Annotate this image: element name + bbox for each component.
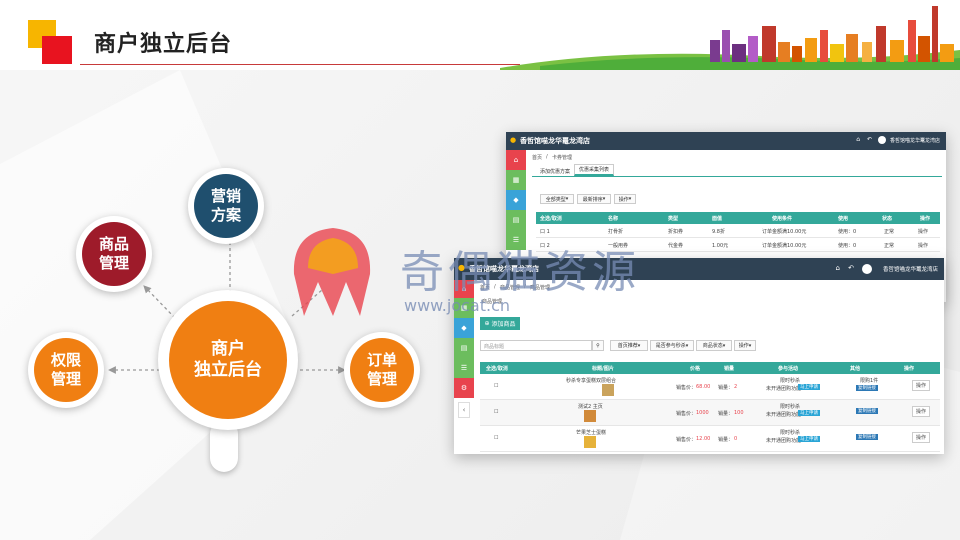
node-permission-core: 权限 管理 bbox=[34, 338, 98, 402]
row-checkbox[interactable]: ☐ bbox=[494, 383, 498, 389]
goods-thumbnail bbox=[584, 436, 596, 448]
home-icon[interactable]: ⌂ bbox=[836, 264, 840, 272]
col-value: 面值 bbox=[712, 216, 723, 222]
node-orders: 订单 管理 bbox=[344, 332, 420, 408]
tab-coupon-list[interactable]: 优惠采集列表 bbox=[574, 164, 614, 176]
sidebar-doc-icon[interactable]: ▤ bbox=[454, 338, 474, 358]
sidebar-grid-icon[interactable]: ▦ bbox=[506, 170, 526, 190]
node-orders-line1: 订单 bbox=[366, 351, 397, 370]
col-status: 状态 bbox=[882, 216, 893, 222]
avatar[interactable] bbox=[862, 264, 872, 274]
tab-add-plan[interactable]: 添加优惠方案 bbox=[536, 166, 574, 176]
sidebar-collapse-icon[interactable]: ‹ bbox=[458, 402, 470, 418]
tab-underline bbox=[532, 176, 942, 177]
col-price: 价格 bbox=[690, 366, 701, 372]
node-permission-line2: 管理 bbox=[50, 370, 81, 388]
filter-goods-status[interactable]: 商品状态 ▾ bbox=[696, 340, 732, 351]
col-name: 名称 bbox=[608, 216, 619, 222]
store-logo-icon: ● bbox=[510, 136, 517, 144]
col-title: 标题/图片 bbox=[592, 366, 614, 372]
filter-sort[interactable]: 最新排序 ▾ bbox=[577, 194, 611, 204]
goods-table-header: 全选/取消 标题/图片 价格 销量 参与活动 其他 操作 bbox=[480, 362, 940, 374]
back-icon[interactable]: ↶ bbox=[867, 136, 872, 143]
sidebar-home-icon[interactable]: ⌂ bbox=[506, 150, 526, 170]
watermark-logo bbox=[293, 228, 371, 316]
node-marketing-core: 营销 方案 bbox=[194, 174, 258, 238]
row-checkbox[interactable]: ☐ bbox=[494, 435, 498, 441]
watermark-url: www.jocat.cn bbox=[404, 296, 511, 315]
plus-icon: ⊕ bbox=[484, 320, 490, 327]
add-goods-button[interactable]: ⊕ 添加商品 bbox=[480, 317, 520, 330]
node-goods-line2: 管理 bbox=[98, 254, 129, 272]
node-marketing-line1: 营销 bbox=[210, 187, 241, 206]
col-action: 操作 bbox=[904, 366, 915, 372]
table-row: ☐ 芒果芝士蛋糕 销售价： 12.00 销量： 0 限时秒杀 未开通团购功能 马上申… bbox=[480, 426, 940, 452]
node-goods-core: 商品 管理 bbox=[82, 222, 146, 286]
node-goods-line1: 商品 bbox=[98, 235, 129, 254]
node-permission: 权限 管理 bbox=[28, 332, 104, 408]
col-activity: 参与活动 bbox=[778, 366, 799, 372]
table-row: ☐ 测试2 主页 销售价： 1000 销量： 100 限时秒杀 未开通团购功能 马上… bbox=[480, 400, 940, 426]
sidebar-settings-icon[interactable]: ⚙ bbox=[454, 378, 474, 398]
topbar: ● 香哲馆喵龙华鼍龙湾店 ⌂ ↶ 香哲馆喵龙华鼍龙湾店 bbox=[506, 132, 946, 150]
user-name: 香哲馆喵龙华鼍龙湾店 bbox=[889, 138, 940, 144]
breadcrumb-home[interactable]: 首页 bbox=[532, 154, 542, 161]
col-select[interactable]: 全选/取消 bbox=[540, 215, 562, 222]
avatar[interactable] bbox=[878, 136, 886, 144]
col-select[interactable]: 全选/取消 bbox=[486, 365, 508, 372]
goods-thumbnail bbox=[602, 384, 614, 396]
coupon-table-header: 全选/取消 名称 类型 面值 使用条件 使用 状态 操作 bbox=[536, 212, 940, 224]
center-node-line2: 独立后台 bbox=[194, 360, 262, 380]
center-node: 商户 独立后台 bbox=[158, 290, 298, 430]
row-checkbox[interactable]: ☐ bbox=[494, 409, 498, 415]
sidebar-tag-icon[interactable]: ◆ bbox=[454, 318, 474, 338]
store-name: 香哲馆喵龙华鼍龙湾店 bbox=[520, 137, 590, 145]
center-node-core: 商户 独立后台 bbox=[169, 301, 287, 419]
back-icon[interactable]: ↶ bbox=[848, 264, 854, 272]
node-orders-line2: 管理 bbox=[366, 370, 397, 388]
center-node-line1: 商户 bbox=[211, 338, 245, 359]
user-name: 香哲馆喵龙华鼍龙湾店 bbox=[882, 267, 938, 273]
col-other: 其他 bbox=[850, 366, 861, 372]
node-goods: 商品 管理 bbox=[76, 216, 152, 292]
col-sales: 销量 bbox=[724, 366, 735, 372]
col-action: 操作 bbox=[920, 216, 931, 222]
breadcrumb-sep: / bbox=[546, 154, 548, 160]
search-input[interactable]: 商品标题 bbox=[480, 340, 592, 351]
home-icon[interactable]: ⌂ bbox=[856, 136, 860, 143]
filter-home-recommend[interactable]: 首页推荐 ▾ bbox=[610, 340, 648, 351]
sidebar-doc-icon[interactable]: ▤ bbox=[506, 210, 526, 230]
node-orders-core: 订单 管理 bbox=[350, 338, 414, 402]
node-marketing-line2: 方案 bbox=[210, 206, 241, 224]
col-type: 类型 bbox=[668, 216, 679, 222]
breadcrumb-current: 卡券管理 bbox=[552, 155, 573, 161]
filter-type[interactable]: 全部类型 ▾ bbox=[540, 194, 574, 204]
node-marketing: 营销 方案 bbox=[188, 168, 264, 244]
col-used: 使用 bbox=[838, 216, 849, 222]
slide: 商户独立后台 商户 独立后台 营销 方案 商品 管理 权限 管理 订单 管理 ●… bbox=[0, 0, 960, 540]
col-condition: 使用条件 bbox=[772, 216, 793, 222]
sidebar-marketing-icon[interactable]: ◆ bbox=[506, 190, 526, 210]
search-icon[interactable]: ⚲ bbox=[592, 340, 604, 351]
goods-thumbnail bbox=[584, 410, 596, 422]
filter-action[interactable]: 操作 ▾ bbox=[734, 340, 756, 351]
filter-action[interactable]: 操作 ▾ bbox=[614, 194, 636, 204]
sidebar-list-icon[interactable]: ☰ bbox=[454, 358, 474, 378]
watermark-text: 奇偶猫资源 bbox=[400, 247, 640, 298]
filter-flash-sale[interactable]: 是否参与秒杀 ▾ bbox=[650, 340, 694, 351]
table-row: ☐ 秒杀专享蛋糕双层组合 销售价： 68.00 销量： 2 限时秒杀 未开通团购功能… bbox=[480, 374, 940, 400]
node-permission-line1: 权限 bbox=[50, 351, 81, 370]
